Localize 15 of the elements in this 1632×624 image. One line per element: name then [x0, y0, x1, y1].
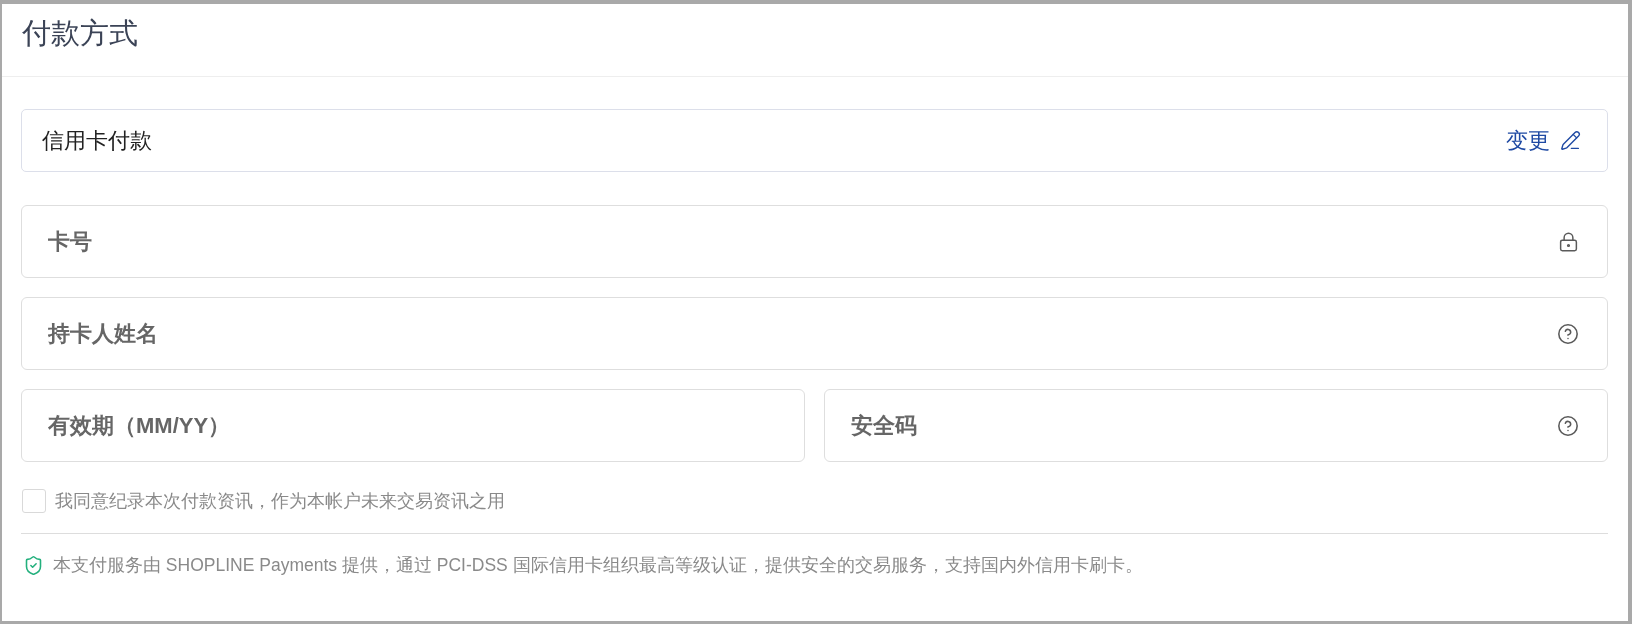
pencil-icon — [1560, 130, 1581, 151]
checkbox[interactable] — [22, 489, 46, 513]
consent-label: 我同意纪录本次付款资讯，作为本帐户未来交易资讯之用 — [55, 490, 505, 513]
payment-method-label: 信用卡付款 — [42, 126, 152, 155]
change-button[interactable]: 变更 — [1506, 125, 1581, 156]
help-icon[interactable] — [1557, 414, 1579, 437]
help-icon[interactable] — [1557, 322, 1579, 345]
lock-icon — [1558, 231, 1579, 252]
panel-title: 付款方式 — [22, 16, 138, 51]
input-field[interactable]: 持卡人姓名 — [21, 297, 1608, 370]
security-notice: 本支付服务由 SHOPLINE Payments 提供，通过 PCI-DSS 国际信用卡组织最高等级认证，提供安全的交易服务，支持国内外信用卡刷卡。 — [53, 554, 1143, 577]
input-field[interactable]: 有效期（MM/YY） — [21, 389, 805, 462]
input-field[interactable]: 卡号 — [21, 205, 1608, 278]
shield-check-icon — [23, 554, 44, 576]
input-field[interactable]: 安全码 — [824, 389, 1608, 462]
